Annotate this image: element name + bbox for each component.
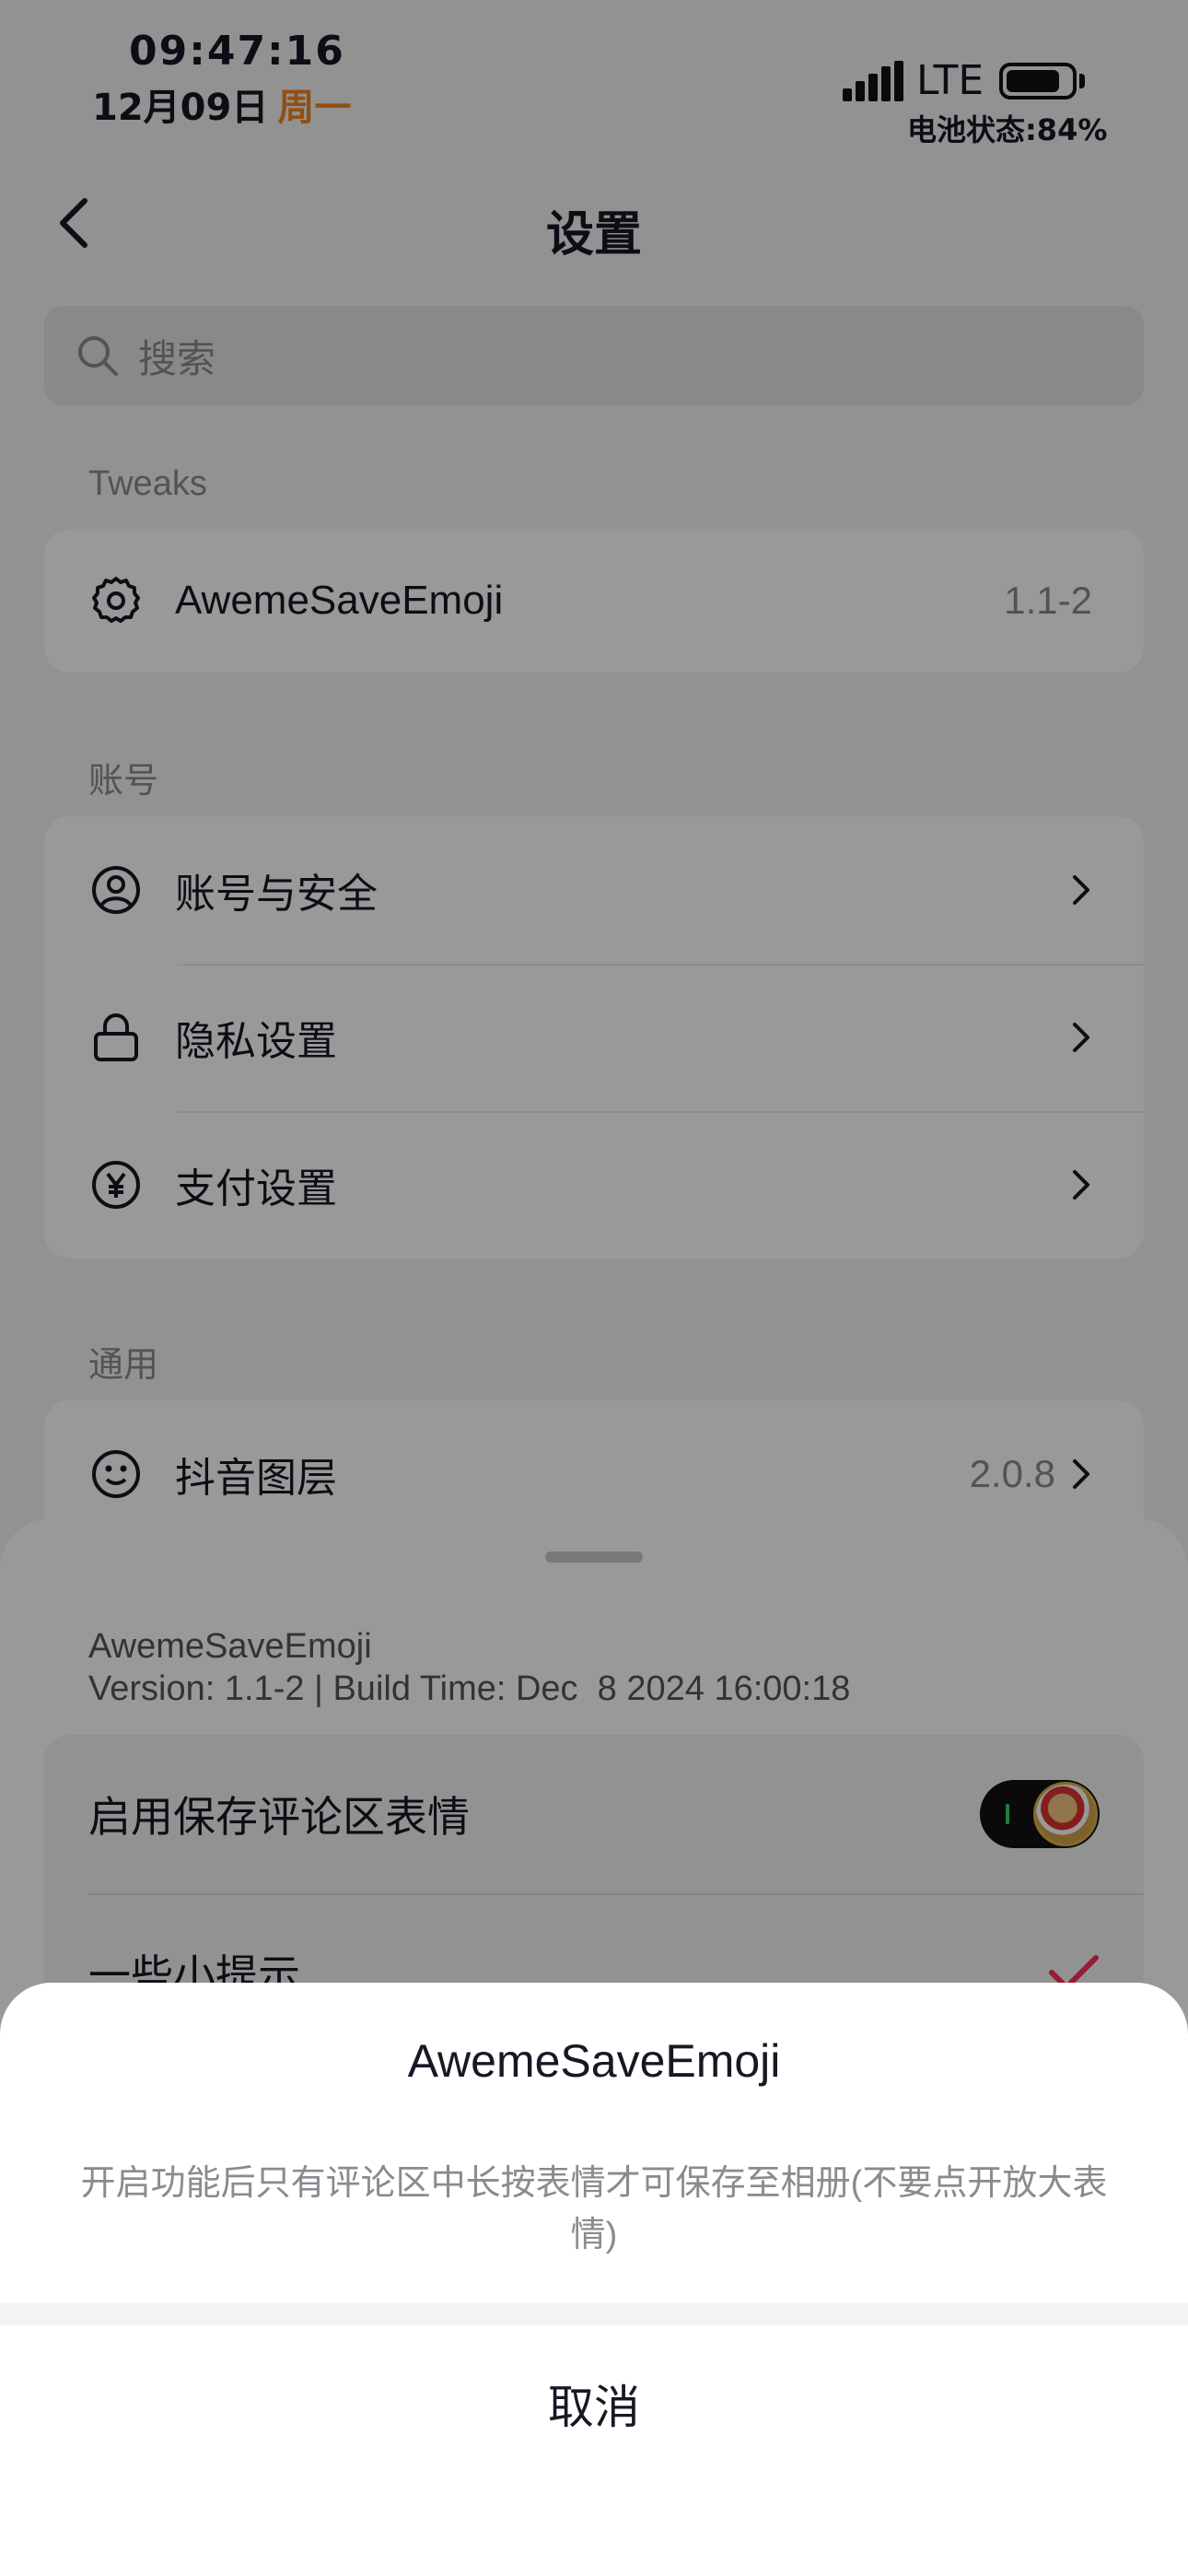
cancel-button[interactable]: 取消 xyxy=(0,2325,1188,2482)
info-alert-sheet: AwemeSaveEmoji 开启功能后只有评论区中长按表情才可保存至相册(不要… xyxy=(0,1983,1188,2576)
alert-title: AwemeSaveEmoji xyxy=(407,2035,781,2087)
alert-message: 开启功能后只有评论区中长按表情才可保存至相册(不要点开放大表情) xyxy=(80,2164,1108,2254)
alert-separator xyxy=(0,2303,1188,2325)
